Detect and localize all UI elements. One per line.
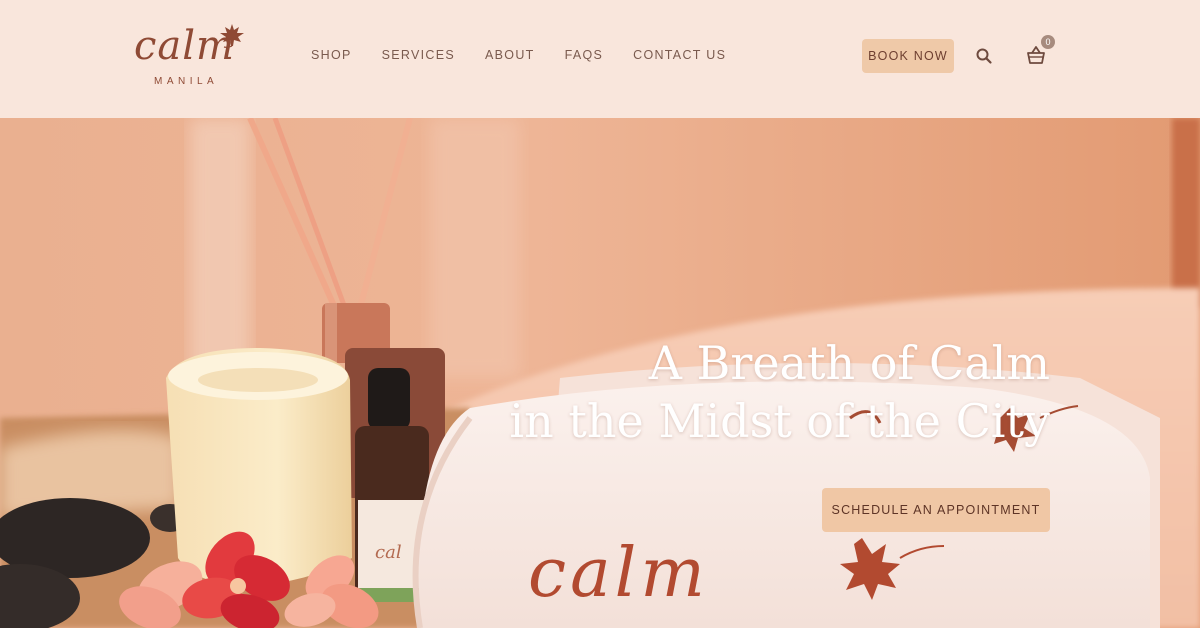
nav-item-contact-us[interactable]: CONTACT US (633, 48, 726, 62)
nav-item-shop[interactable]: SHOP (311, 48, 352, 62)
logo-subtitle: MANILA (154, 76, 219, 87)
hero-title: A Breath of Calm in the Midst of the Cit… (509, 334, 1050, 450)
search-icon[interactable] (975, 47, 993, 65)
svg-text:calm: calm (528, 534, 709, 613)
schedule-appointment-button[interactable]: SCHEDULE AN APPOINTMENT (822, 488, 1050, 532)
hero-title-line-1: A Breath of Calm (648, 336, 1050, 390)
svg-text:cal: cal (375, 542, 402, 563)
hero-title-line-2: in the Midst of the City (509, 394, 1050, 448)
main-nav: SHOP SERVICES ABOUT FAQS CONTACT US (311, 48, 756, 62)
nav-item-about[interactable]: ABOUT (485, 48, 535, 62)
book-now-button[interactable]: BOOK NOW (862, 39, 954, 73)
maple-leaf-icon (220, 24, 244, 48)
cart-count-badge: 0 (1041, 35, 1055, 49)
brand-logo[interactable]: calm MANILA (134, 18, 250, 92)
site-header: calm MANILA SHOP SERVICES ABOUT FAQS CON… (0, 0, 1200, 118)
nav-item-faqs[interactable]: FAQS (565, 48, 604, 62)
hero-banner: cal calm A Breath of Calm in the Midst o… (0, 118, 1200, 628)
nav-item-services[interactable]: SERVICES (382, 48, 455, 62)
